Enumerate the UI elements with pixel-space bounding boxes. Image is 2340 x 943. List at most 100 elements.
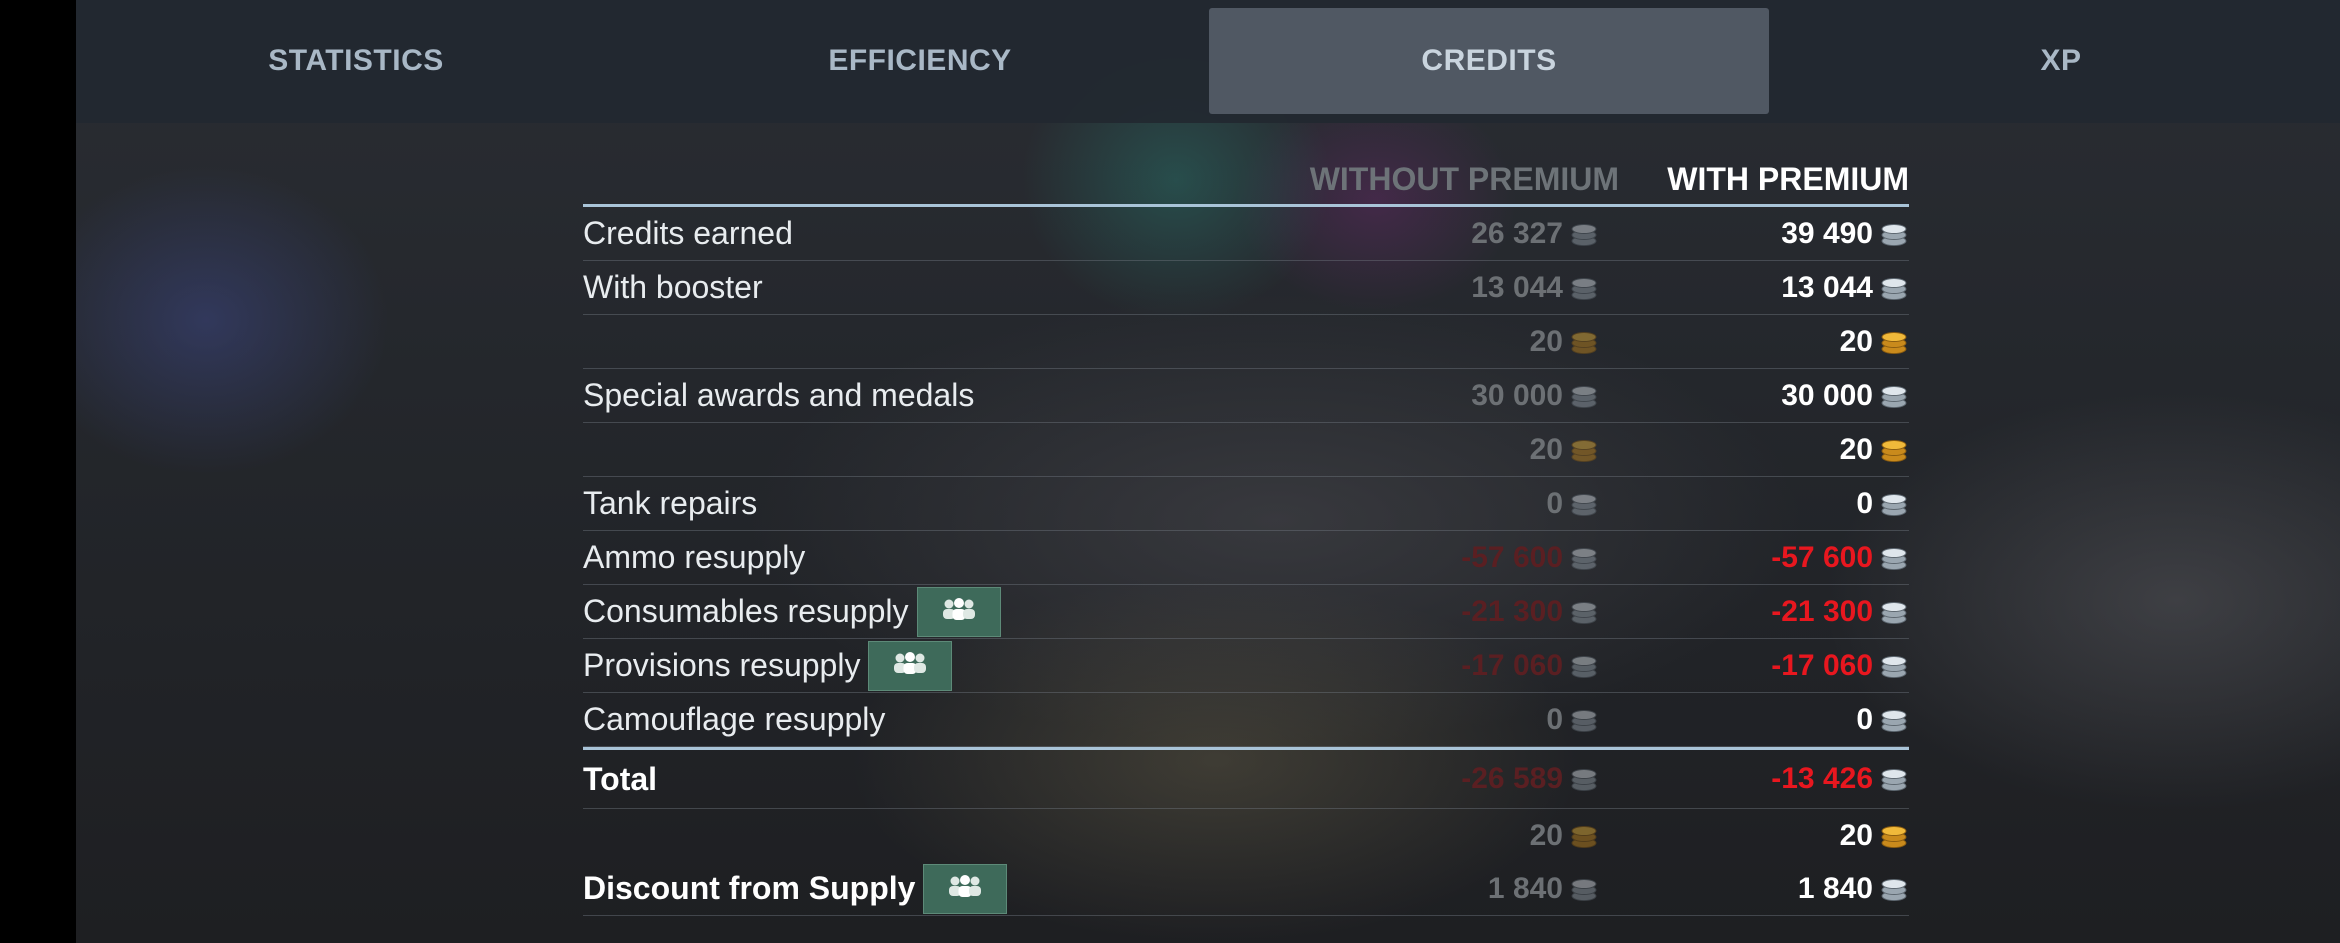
crew-group-icon — [888, 647, 932, 684]
row-label-text: Ammo resupply — [583, 539, 806, 575]
amount: 0 — [1856, 486, 1873, 520]
value-without-premium: -17 060 — [1461, 639, 1599, 692]
row-label: Camouflage resupply — [583, 693, 885, 746]
value-with-premium: 0 — [1856, 477, 1909, 530]
results-tab-bar: STATISTICS EFFICIENCY CREDITS XP — [76, 0, 2340, 123]
silver-coin-icon — [1569, 491, 1599, 517]
silver-coin-icon — [1879, 383, 1909, 409]
gold-coin-icon — [1879, 329, 1909, 355]
value-without-premium: 1 840 — [1488, 862, 1599, 915]
value-without-premium: 20 — [1530, 423, 1599, 476]
value-without-premium: 30 000 — [1471, 369, 1599, 422]
amount: 20 — [1529, 432, 1563, 466]
amount: -13 426 — [1771, 762, 1873, 795]
credits-table-header: WITHOUT PREMIUM WITH PREMIUM — [583, 140, 1909, 204]
credits-row: Camouflage resupply 0 0 — [583, 693, 1909, 747]
amount: 0 — [1546, 702, 1563, 736]
value-without-premium: -57 600 — [1461, 531, 1599, 584]
amount: -17 060 — [1461, 648, 1563, 682]
amount: -17 060 — [1771, 648, 1873, 682]
row-label: Consumables resupply — [583, 585, 1001, 638]
with-premium-header: WITH PREMIUM — [1667, 161, 1909, 197]
value-with-premium: 39 490 — [1781, 207, 1909, 260]
amount: -21 300 — [1771, 594, 1873, 628]
silver-coin-icon — [1879, 545, 1909, 571]
credits-row: Provisions resupply -17 060 -17 060 — [583, 639, 1909, 693]
amount: 0 — [1546, 486, 1563, 520]
discount-row: Discount from Supply 1 840 1 840 — [583, 862, 1909, 916]
value-without-premium: 0 — [1546, 477, 1599, 530]
value-with-premium: -17 060 — [1771, 639, 1909, 692]
crew-skills-button[interactable] — [868, 640, 953, 691]
silver-coin-icon — [1569, 766, 1599, 792]
credits-table: WITHOUT PREMIUM WITH PREMIUM Credits ear… — [583, 140, 1909, 916]
tab-xp[interactable]: XP — [1781, 8, 2340, 114]
value-without-premium: -26 589 — [1461, 750, 1599, 808]
row-label-text: Camouflage resupply — [583, 701, 886, 737]
amount: 30 000 — [1781, 378, 1873, 412]
silver-coin-icon — [1879, 221, 1909, 247]
value-with-premium: 13 044 — [1781, 261, 1909, 314]
amount: -21 300 — [1461, 594, 1563, 628]
tab-statistics[interactable]: STATISTICS — [76, 8, 636, 114]
amount: -57 600 — [1771, 540, 1873, 574]
value-with-premium: -13 426 — [1771, 750, 1909, 808]
silver-coin-icon — [1569, 653, 1599, 679]
credits-row: Ammo resupply -57 600 -57 600 — [583, 531, 1909, 585]
silver-coin-icon — [1879, 876, 1909, 902]
silver-coin-icon — [1569, 383, 1599, 409]
credits-row: 20 20 — [583, 423, 1909, 477]
amount: 13 044 — [1471, 270, 1563, 304]
tab-credits[interactable]: CREDITS — [1209, 8, 1769, 114]
crew-group-icon — [937, 593, 981, 630]
amount: 20 — [1839, 818, 1873, 852]
row-label-text: With booster — [583, 269, 763, 305]
amount: 1 840 — [1797, 871, 1873, 905]
credits-rows: Credits earned 26 327 39 490 With booster 13… — [583, 207, 1909, 747]
credits-row: With booster 13 044 13 044 — [583, 261, 1909, 315]
total-row: Total -26 589 -13 426 — [583, 750, 1909, 809]
silver-coin-icon — [1569, 876, 1599, 902]
value-without-premium: 20 — [1530, 809, 1599, 862]
amount: -57 600 — [1461, 540, 1563, 574]
row-label: Provisions resupply — [583, 639, 953, 692]
value-without-premium: 0 — [1546, 693, 1599, 746]
silver-coin-icon — [1569, 599, 1599, 625]
value-with-premium: 20 — [1840, 809, 1909, 862]
gold-coin-icon — [1569, 823, 1599, 849]
silver-coin-icon — [1569, 545, 1599, 571]
credits-row: Consumables resupply -21 300 -21 300 — [583, 585, 1909, 639]
value-without-premium: 13 044 — [1471, 261, 1599, 314]
silver-coin-icon — [1569, 221, 1599, 247]
row-label-text: Special awards and medals — [583, 377, 975, 413]
silver-coin-icon — [1879, 653, 1909, 679]
gold-coin-icon — [1569, 329, 1599, 355]
totals-section: Total -26 589 -13 426 20 20 Discount from Sup… — [583, 750, 1909, 916]
gold-coin-icon — [1879, 823, 1909, 849]
battle-results-screen: STATISTICS EFFICIENCY CREDITS XP WITHOUT… — [76, 0, 2340, 943]
credits-row: 20 20 — [583, 315, 1909, 369]
row-label-text: Discount from Supply — [583, 870, 916, 906]
amount: 0 — [1856, 702, 1873, 736]
tab-efficiency[interactable]: EFFICIENCY — [640, 8, 1200, 114]
amount: 20 — [1529, 324, 1563, 358]
value-with-premium: -21 300 — [1771, 585, 1909, 638]
supply-discount-button[interactable] — [923, 863, 1008, 914]
value-without-premium: 26 327 — [1471, 207, 1599, 260]
credits-row: Tank repairs 0 0 — [583, 477, 1909, 531]
without-premium-header: WITHOUT PREMIUM — [1309, 161, 1619, 197]
value-with-premium: 1 840 — [1798, 862, 1909, 915]
row-label: With booster — [583, 261, 763, 314]
row-label-text: Credits earned — [583, 215, 793, 251]
row-label: Total — [583, 750, 657, 808]
crew-skills-button[interactable] — [916, 586, 1001, 637]
amount: 26 327 — [1471, 216, 1563, 250]
silver-coin-icon — [1879, 707, 1909, 733]
silver-coin-icon — [1569, 707, 1599, 733]
value-with-premium: 20 — [1840, 423, 1909, 476]
value-with-premium: 20 — [1840, 315, 1909, 368]
row-label: Ammo resupply — [583, 531, 805, 584]
gold-coin-icon — [1569, 437, 1599, 463]
amount: 1 840 — [1487, 871, 1563, 905]
silver-coin-icon — [1569, 275, 1599, 301]
